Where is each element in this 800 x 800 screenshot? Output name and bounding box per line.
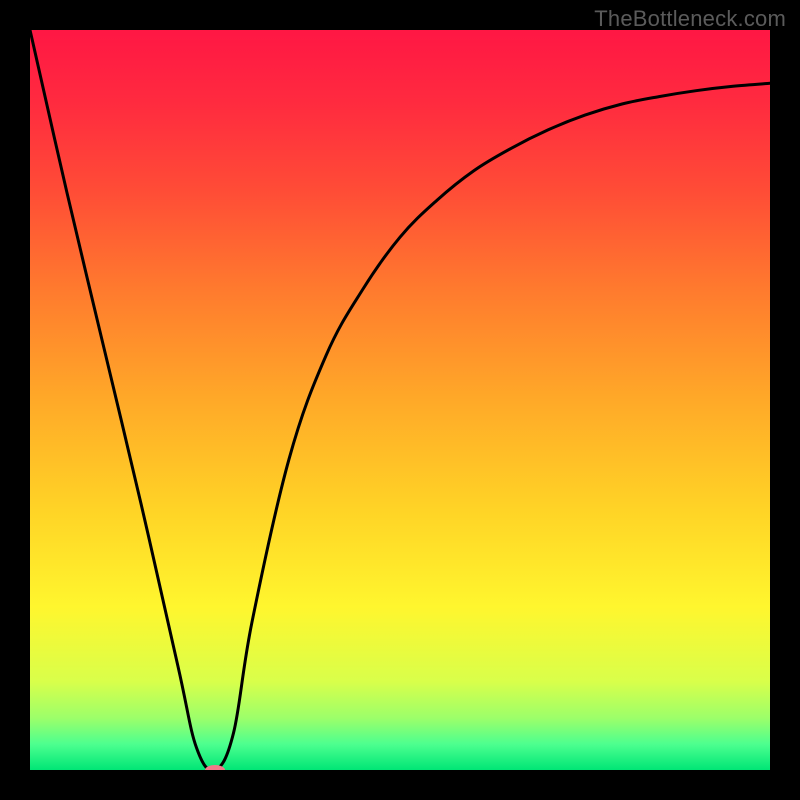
gradient-background <box>30 30 770 770</box>
bottleneck-chart <box>30 30 770 770</box>
chart-frame <box>30 30 770 770</box>
watermark-text: TheBottleneck.com <box>594 6 786 32</box>
